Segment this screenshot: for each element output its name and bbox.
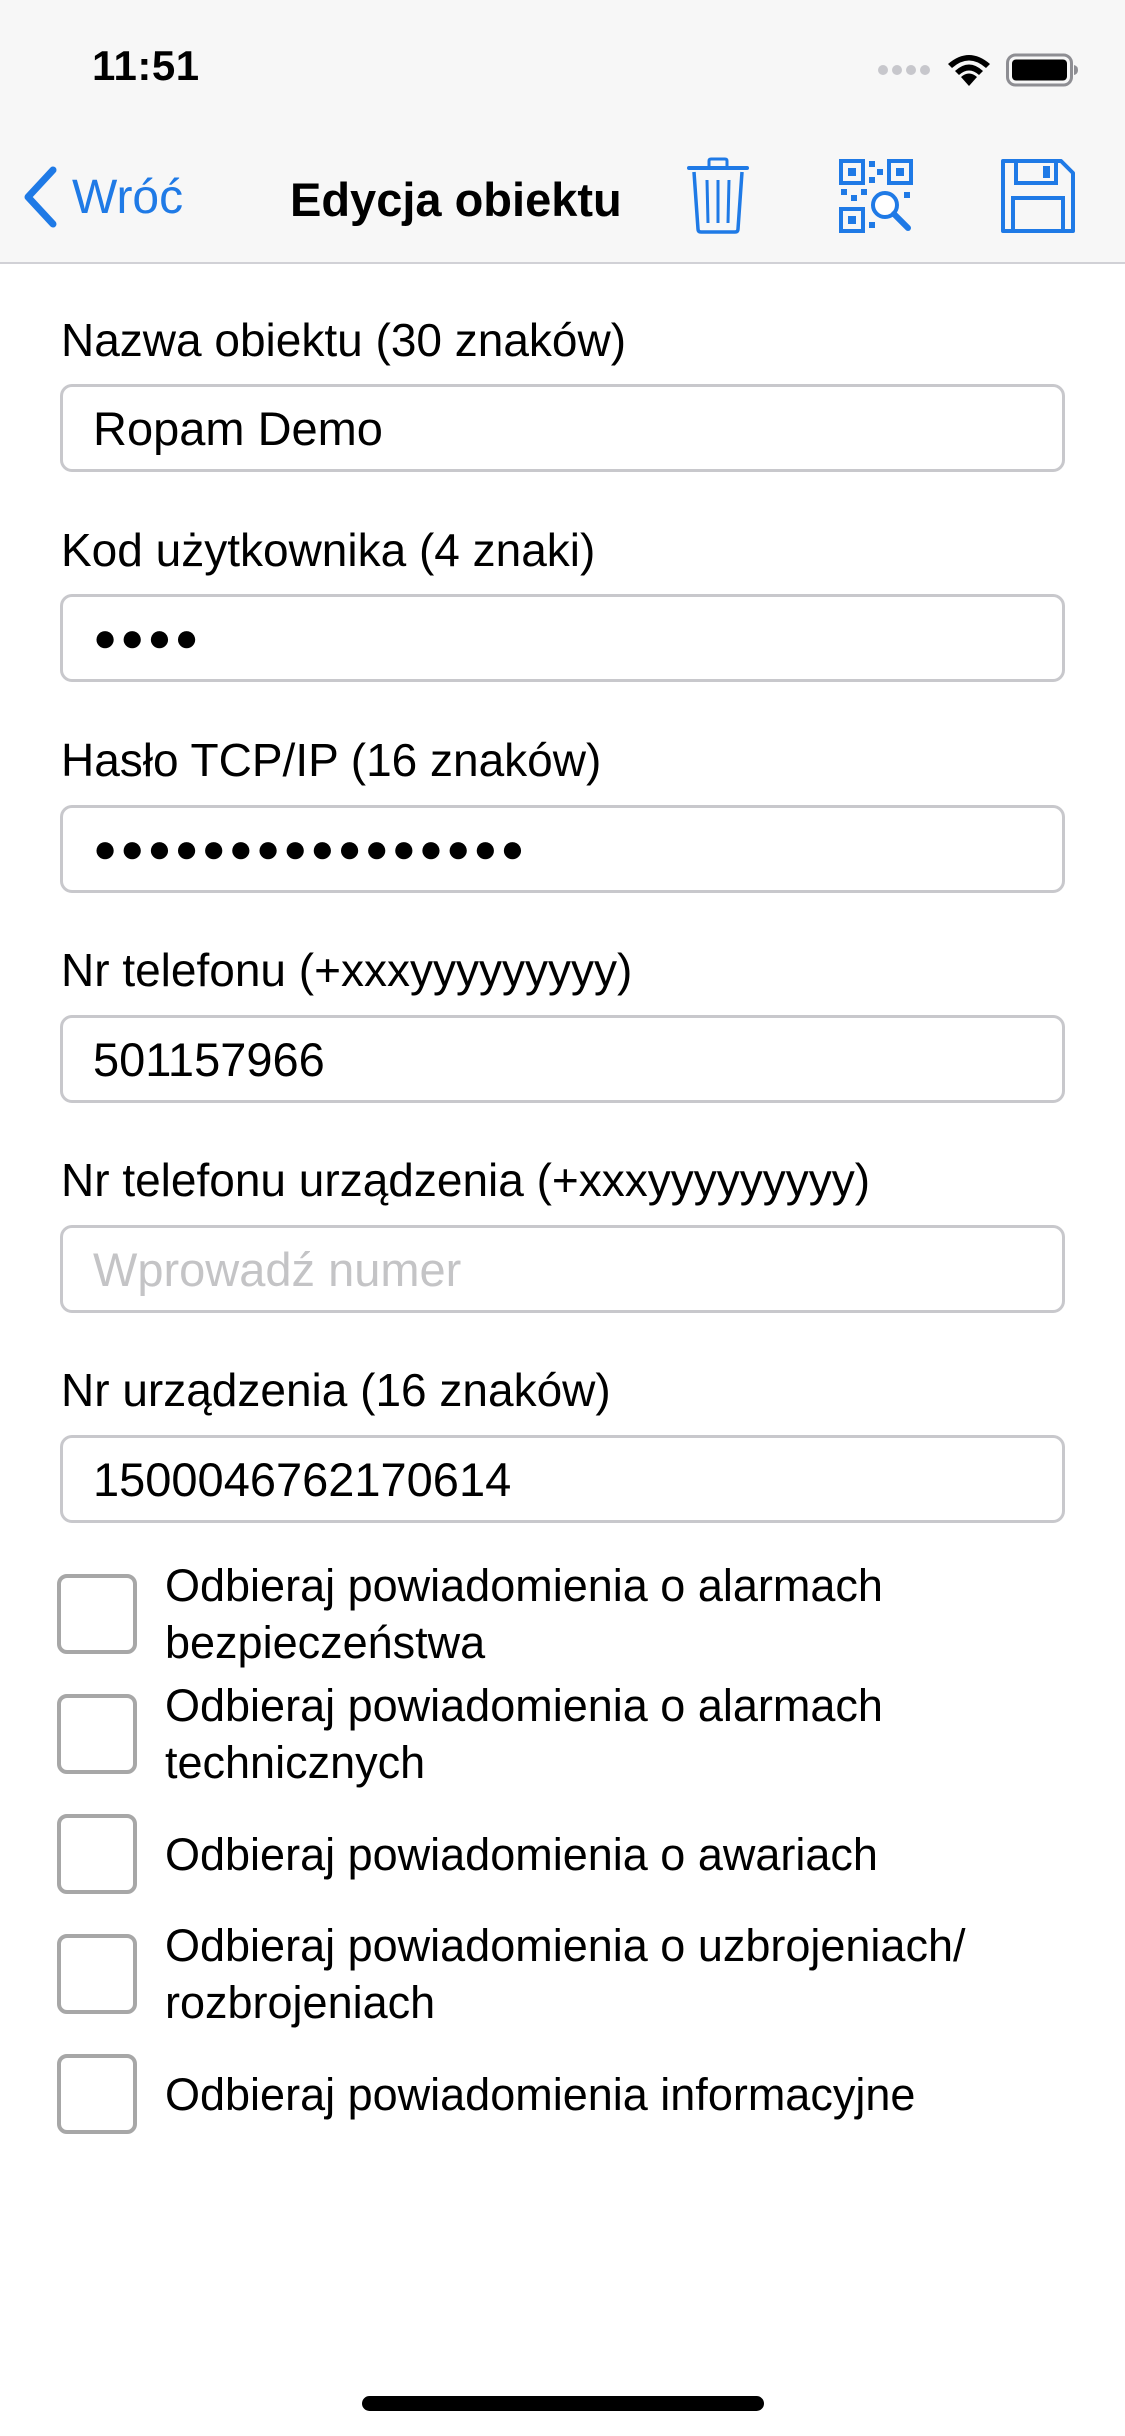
device-phone-label: Nr telefonu urządzenia (+xxxyyyyyyyyy) (61, 1154, 871, 1206)
info-checkbox[interactable] (57, 2054, 137, 2134)
user-code-label: Kod użytkownika (4 znaki) (61, 524, 596, 576)
save-button[interactable] (996, 154, 1080, 238)
status-icons (878, 50, 1080, 90)
navigation-bar: Wróć Edycja obiektu (0, 132, 1125, 264)
tcp-password-input[interactable]: ●●●●●●●●●●●●●●●● (60, 805, 1065, 893)
phone-number-input[interactable]: 501157966 (60, 1015, 1065, 1103)
info-label: Odbieraj powiadomienia informacyjne (165, 2068, 916, 2120)
status-time: 11:51 (92, 42, 200, 89)
failures-checkbox[interactable] (57, 1814, 137, 1894)
battery-icon (1006, 53, 1078, 87)
checkbox-row-failures[interactable]: Odbieraj powiadomienia o awariach (57, 1814, 1077, 1894)
phone-number-label: Nr telefonu (+xxxyyyyyyyyy) (61, 944, 633, 996)
status-bar: 11:51 (0, 0, 1125, 132)
device-number-label: Nr urządzenia (16 znaków) (61, 1364, 611, 1416)
checkbox-row-security-alarms[interactable]: Odbieraj powiadomienia o alarmach bezpie… (57, 1557, 1077, 1671)
back-button[interactable]: Wróć (22, 162, 183, 232)
qr-scan-button[interactable] (834, 154, 918, 238)
object-name-label: Nazwa obiektu (30 znaków) (61, 314, 627, 366)
home-indicator[interactable] (362, 2396, 764, 2411)
save-floppy-icon (1001, 159, 1075, 233)
qr-scan-icon (839, 159, 913, 233)
arming-checkbox[interactable] (57, 1934, 137, 2014)
checkbox-row-info[interactable]: Odbieraj powiadomienia informacyjne (57, 2054, 1077, 2134)
technical-alarms-label: Odbieraj powiadomienia o alarmach techni… (165, 1680, 883, 1788)
technical-alarms-checkbox[interactable] (57, 1694, 137, 1774)
device-number-input[interactable]: 1500046762170614 (60, 1435, 1065, 1523)
user-code-input[interactable]: ●●●● (60, 594, 1065, 682)
edit-object-screen: 11:51 Wróć Edycja obiektu Nazwa obiektu … (0, 0, 1125, 2436)
security-alarms-label: Odbieraj powiadomienia o alarmach bezpie… (165, 1560, 883, 1668)
trash-icon (687, 157, 749, 234)
cellular-signal-icon (878, 65, 930, 75)
object-name-input[interactable]: Ropam Demo (60, 384, 1065, 472)
wifi-icon (948, 55, 990, 86)
page-title: Edycja obiektu (290, 173, 622, 226)
tcp-password-label: Hasło TCP/IP (16 znaków) (61, 734, 602, 786)
chevron-left-icon (24, 166, 57, 228)
checkbox-row-technical-alarms[interactable]: Odbieraj powiadomienia o alarmach techni… (57, 1677, 1077, 1791)
arming-label: Odbieraj powiadomienia o uzbrojeniach/ r… (165, 1920, 966, 2028)
security-alarms-checkbox[interactable] (57, 1574, 137, 1654)
device-phone-input[interactable]: Wprowadź numer (60, 1225, 1065, 1313)
checkbox-row-arming[interactable]: Odbieraj powiadomienia o uzbrojeniach/ r… (57, 1917, 1077, 2031)
delete-button[interactable] (676, 154, 760, 238)
failures-label: Odbieraj powiadomienia o awariach (165, 1828, 878, 1880)
back-button-label: Wróć (72, 170, 184, 224)
